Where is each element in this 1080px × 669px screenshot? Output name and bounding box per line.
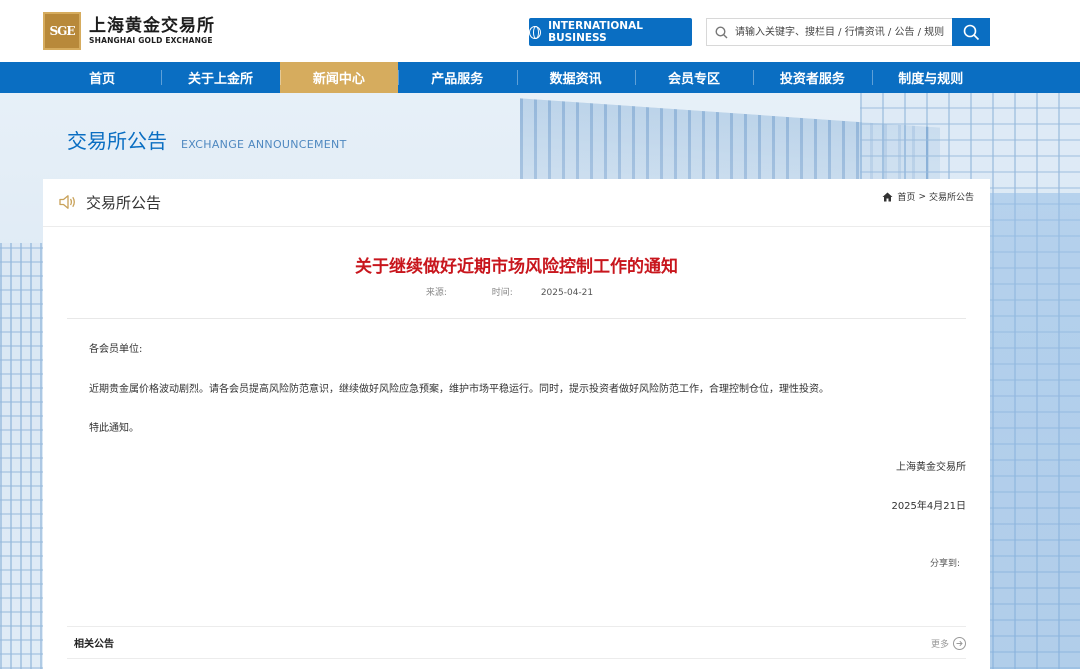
globe-icon (529, 25, 542, 39)
nav-item-members[interactable]: 会员专区 (634, 62, 753, 93)
logo-english-name: SHANGHAI GOLD EXCHANGE (89, 36, 213, 45)
search-button[interactable] (952, 18, 990, 46)
breadcrumb-current[interactable]: 交易所公告 (929, 190, 974, 203)
search-bar (706, 18, 990, 46)
site-header: SGE 上海黄金交易所 SHANGHAI GOLD EXCHANGE INTER… (0, 0, 1080, 62)
article-time-label: 时间: (491, 288, 513, 298)
nav-item-news[interactable]: 新闻中心 (279, 62, 399, 93)
nav-item-investors[interactable]: 投资者服务 (753, 62, 871, 93)
nav-item-products[interactable]: 产品服务 (398, 62, 516, 93)
nav-item-rules[interactable]: 制度与规则 (871, 62, 990, 93)
search-icon (707, 19, 735, 45)
page-heading-chinese: 交易所公告 (67, 129, 167, 153)
card-title: 交易所公告 (86, 194, 162, 212)
page-heading: 交易所公告 EXCHANGE ANNOUNCEMENT (67, 125, 347, 154)
speaker-icon (59, 195, 75, 209)
building-image-left (0, 243, 45, 669)
breadcrumb-home[interactable]: 首页 (897, 190, 915, 203)
logo-text: 上海黄金交易所 SHANGHAI GOLD EXCHANGE (89, 16, 215, 46)
related-announcements-title: 相关公告 (74, 639, 114, 650)
main-nav: 首页 关于上金所 新闻中心 产品服务 数据资讯 会员专区 投资者服务 制度与规则 (0, 62, 1080, 93)
article-meta: 来源: 时间: 2025-04-21 (43, 285, 990, 298)
more-label: 更多 (930, 640, 949, 650)
more-link[interactable]: 更多 (931, 637, 966, 650)
building-image-far-right (980, 193, 1080, 669)
logo-chinese-name: 上海黄金交易所 (89, 16, 215, 36)
card-header: 交易所公告 首页 > 交易所公告 (43, 179, 990, 227)
nav-item-data[interactable]: 数据资讯 (516, 62, 635, 93)
breadcrumb: 首页 > 交易所公告 (882, 190, 974, 203)
article-time: 时间: 2025-04-21 (478, 288, 607, 298)
nav-item-home[interactable]: 首页 (43, 62, 161, 93)
sge-logo-icon: SGE (43, 12, 81, 50)
article-closing: 特此通知。 (89, 423, 139, 434)
article-title: 关于继续做好近期市场风险控制工作的通知 (355, 257, 678, 277)
international-business-label: INTERNATIONAL BUSINESS (548, 20, 643, 44)
article-signature: 上海黄金交易所 (896, 462, 966, 473)
nav-item-about[interactable]: 关于上金所 (161, 62, 279, 93)
share-label: 分享到: (929, 559, 960, 569)
article-time-value: 2025-04-21 (540, 288, 594, 298)
article-paragraph: 近期贵金属价格波动剧烈。请各会员提高风险防范意识，继续做好风险应急预案，维护市场… (89, 384, 829, 395)
international-business-button[interactable]: INTERNATIONAL BUSINESS (529, 18, 692, 46)
article-salutation: 各会员单位: (89, 344, 143, 355)
article-source-label: 来源: (425, 288, 447, 298)
article-date: 2025年4月21日 (891, 501, 966, 512)
page-heading-english: EXCHANGE ANNOUNCEMENT (181, 138, 347, 151)
content-card: 交易所公告 首页 > 交易所公告 关于继续做好近期市场风险控制工作的通知 来源:… (43, 179, 990, 669)
search-input[interactable] (735, 19, 952, 45)
related-divider-bottom (67, 658, 966, 659)
article-divider (67, 318, 966, 319)
search-submit-icon (963, 24, 979, 40)
arrow-right-circle-icon (953, 637, 966, 650)
breadcrumb-separator: > (918, 191, 926, 202)
related-divider-top (67, 626, 966, 627)
home-icon (882, 192, 893, 201)
site-logo[interactable]: SGE 上海黄金交易所 SHANGHAI GOLD EXCHANGE (43, 12, 215, 50)
